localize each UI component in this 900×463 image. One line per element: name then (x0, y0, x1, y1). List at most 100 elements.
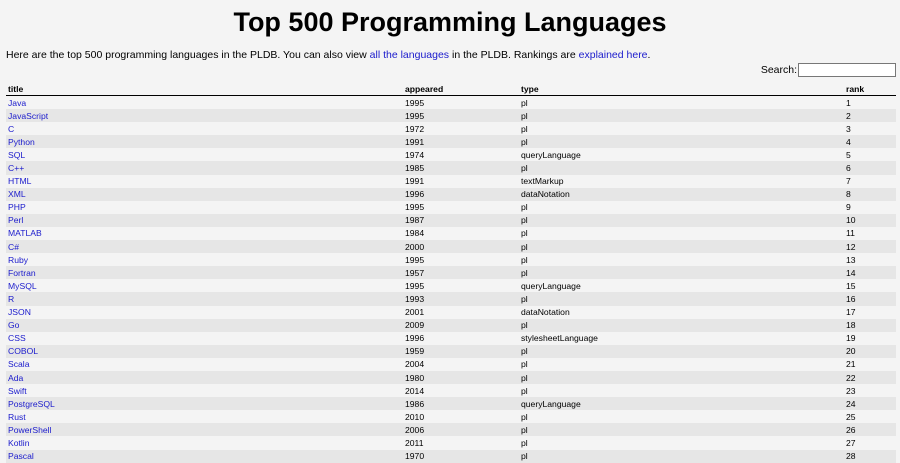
column-header-appeared[interactable]: appeared (403, 83, 519, 96)
language-link[interactable]: JSON (8, 307, 31, 317)
language-link[interactable]: HTML (8, 176, 31, 186)
table-row: JavaScript 1995 pl 2 (6, 109, 896, 123)
appeared-cell: 1980 (405, 372, 425, 383)
rank-cell: 11 (846, 228, 855, 239)
type-cell: pl (521, 372, 528, 383)
language-link[interactable]: SQL (8, 150, 25, 160)
language-link[interactable]: C++ (8, 163, 24, 173)
type-cell: stylesheetLanguage (521, 333, 598, 344)
language-link[interactable]: C (8, 124, 14, 134)
title-cell: Fortran (6, 266, 403, 279)
table-row: PHP 1995 pl 9 (6, 200, 896, 214)
rank-cell: 27 (846, 437, 856, 448)
title-cell: Pascal (6, 450, 403, 463)
appeared-cell: 1991 (405, 176, 425, 187)
table-row: Ruby 1995 pl 13 (6, 253, 896, 267)
type-cell: pl (521, 254, 528, 265)
rank-cell: 16 (846, 293, 856, 304)
appeared-cell: 2009 (405, 320, 425, 331)
language-link[interactable]: MATLAB (8, 228, 42, 238)
table-body: Java 1995 pl 1 JavaScript 1995 pl 2 C 1972 pl 3 Pyth… (6, 95, 896, 463)
appeared-cell: 2006 (405, 424, 425, 435)
search-input[interactable] (798, 63, 896, 77)
title-cell: Ada (6, 371, 403, 384)
type-cell: pl (521, 215, 528, 226)
title-cell: Rust (6, 410, 403, 423)
rank-cell: 14 (846, 267, 856, 278)
type-cell: pl (521, 241, 528, 252)
search-label: Search: (760, 64, 797, 76)
rank-cell: 5 (846, 149, 851, 160)
appeared-cell: 2004 (405, 359, 425, 370)
column-header-title[interactable]: title (6, 83, 403, 96)
language-link[interactable]: PHP (8, 202, 26, 212)
title-cell: C++ (6, 161, 403, 174)
language-link[interactable]: JavaScript (8, 111, 48, 121)
appeared-cell: 1991 (405, 136, 425, 147)
explained-here-link[interactable]: explained here (579, 49, 648, 61)
appeared-cell: 1970 (405, 451, 425, 462)
title-cell: Go (6, 319, 403, 332)
column-header-rank[interactable]: rank (844, 83, 896, 96)
language-link[interactable]: Rust (8, 412, 26, 422)
appeared-cell: 1959 (405, 346, 425, 357)
appeared-cell: 1993 (405, 293, 425, 304)
language-link[interactable]: Go (8, 320, 19, 330)
language-link[interactable]: Perl (8, 215, 23, 225)
type-cell: pl (521, 228, 528, 239)
table-header-row: title appeared type rank (6, 83, 896, 96)
language-link[interactable]: Scala (8, 359, 30, 369)
rank-cell: 7 (846, 176, 851, 187)
rank-cell: 17 (846, 307, 856, 318)
language-link[interactable]: COBOL (8, 346, 38, 356)
rank-cell: 23 (846, 385, 856, 396)
title-cell: HTML (6, 175, 403, 188)
language-link[interactable]: Java (8, 98, 26, 108)
type-cell: pl (521, 163, 528, 174)
language-link[interactable]: CSS (8, 333, 26, 343)
type-cell: pl (521, 437, 528, 448)
title-cell: PHP (6, 201, 403, 214)
language-link[interactable]: Ada (8, 373, 23, 383)
language-link[interactable]: Python (8, 137, 35, 147)
appeared-cell: 1996 (405, 189, 425, 200)
title-cell: Ruby (6, 253, 403, 266)
type-cell: pl (521, 293, 528, 304)
rank-cell: 4 (846, 136, 851, 147)
table-row: C 1972 pl 3 (6, 122, 896, 136)
language-link[interactable]: XML (8, 189, 26, 199)
appeared-cell: 1984 (405, 228, 425, 239)
title-cell: PostgreSQL (6, 397, 403, 410)
language-link[interactable]: C# (8, 242, 19, 252)
language-link[interactable]: MySQL (8, 281, 37, 291)
appeared-cell: 1995 (405, 97, 425, 108)
language-link[interactable]: Swift (8, 386, 27, 396)
appeared-cell: 1995 (405, 202, 425, 213)
table-row: Ada 1980 pl 22 (6, 370, 896, 385)
language-link[interactable]: Fortran (8, 268, 36, 278)
table-row: PostgreSQL 1986 queryLanguage 24 (6, 397, 896, 411)
column-header-type[interactable]: type (519, 83, 844, 96)
table-row: Java 1995 pl 1 (6, 95, 896, 110)
search-bar: Search: (761, 63, 896, 77)
title-cell: C (6, 122, 403, 135)
rank-cell: 28 (846, 451, 856, 462)
title-cell: JSON (6, 306, 403, 319)
table-row: Python 1991 pl 4 (6, 135, 896, 149)
all-languages-link[interactable]: all the languages (370, 49, 449, 61)
language-link[interactable]: PowerShell (8, 425, 51, 435)
title-cell: MySQL (6, 279, 403, 292)
title-cell: Python (6, 135, 403, 148)
intro-middle: in the PLDB. Rankings are (449, 49, 579, 61)
language-link[interactable]: Pascal (8, 451, 34, 461)
language-link[interactable]: Ruby (8, 255, 28, 265)
rank-cell: 22 (846, 372, 856, 383)
title-cell: Kotlin (6, 436, 403, 449)
language-link[interactable]: PostgreSQL (8, 399, 55, 409)
page-title: Top 500 Programming Languages (233, 7, 667, 37)
language-link[interactable]: Kotlin (8, 438, 30, 448)
table-row: CSS 1996 stylesheetLanguage 19 (6, 331, 896, 345)
appeared-cell: 2011 (405, 437, 424, 448)
rank-cell: 21 (846, 359, 856, 370)
language-link[interactable]: R (8, 294, 14, 304)
